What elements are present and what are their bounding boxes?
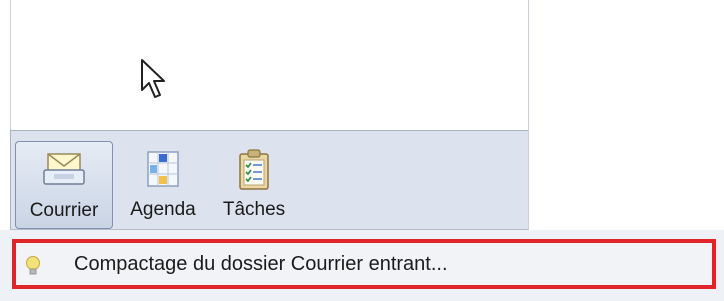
mode-button-courrier[interactable]: Courrier bbox=[15, 141, 113, 229]
calendar-icon bbox=[147, 151, 179, 187]
lightbulb-icon bbox=[26, 256, 40, 275]
status-bar: Compactage du dossier Courrier entrant..… bbox=[0, 230, 724, 301]
folder-list-area[interactable] bbox=[10, 0, 529, 130]
mode-button-taches[interactable]: Tâches bbox=[213, 141, 295, 227]
tasks-icon bbox=[239, 149, 269, 190]
mouse-cursor-icon bbox=[141, 59, 165, 98]
status-message-text: Compactage du dossier Courrier entrant..… bbox=[74, 253, 448, 275]
mode-button-agenda[interactable]: Agenda bbox=[119, 141, 207, 227]
mode-label-taches: Tâches bbox=[222, 199, 286, 220]
status-message-highlighted: Compactage du dossier Courrier entrant..… bbox=[12, 239, 716, 289]
app-window: Courrier Agenda Tâches Compactage du dos… bbox=[0, 0, 724, 301]
mode-label-courrier: Courrier bbox=[29, 200, 99, 221]
mail-icon bbox=[43, 153, 85, 185]
mode-switcher-bar: Courrier Agenda Tâches bbox=[10, 131, 529, 230]
mode-label-agenda: Agenda bbox=[130, 199, 196, 220]
content-pane[interactable] bbox=[528, 0, 724, 230]
